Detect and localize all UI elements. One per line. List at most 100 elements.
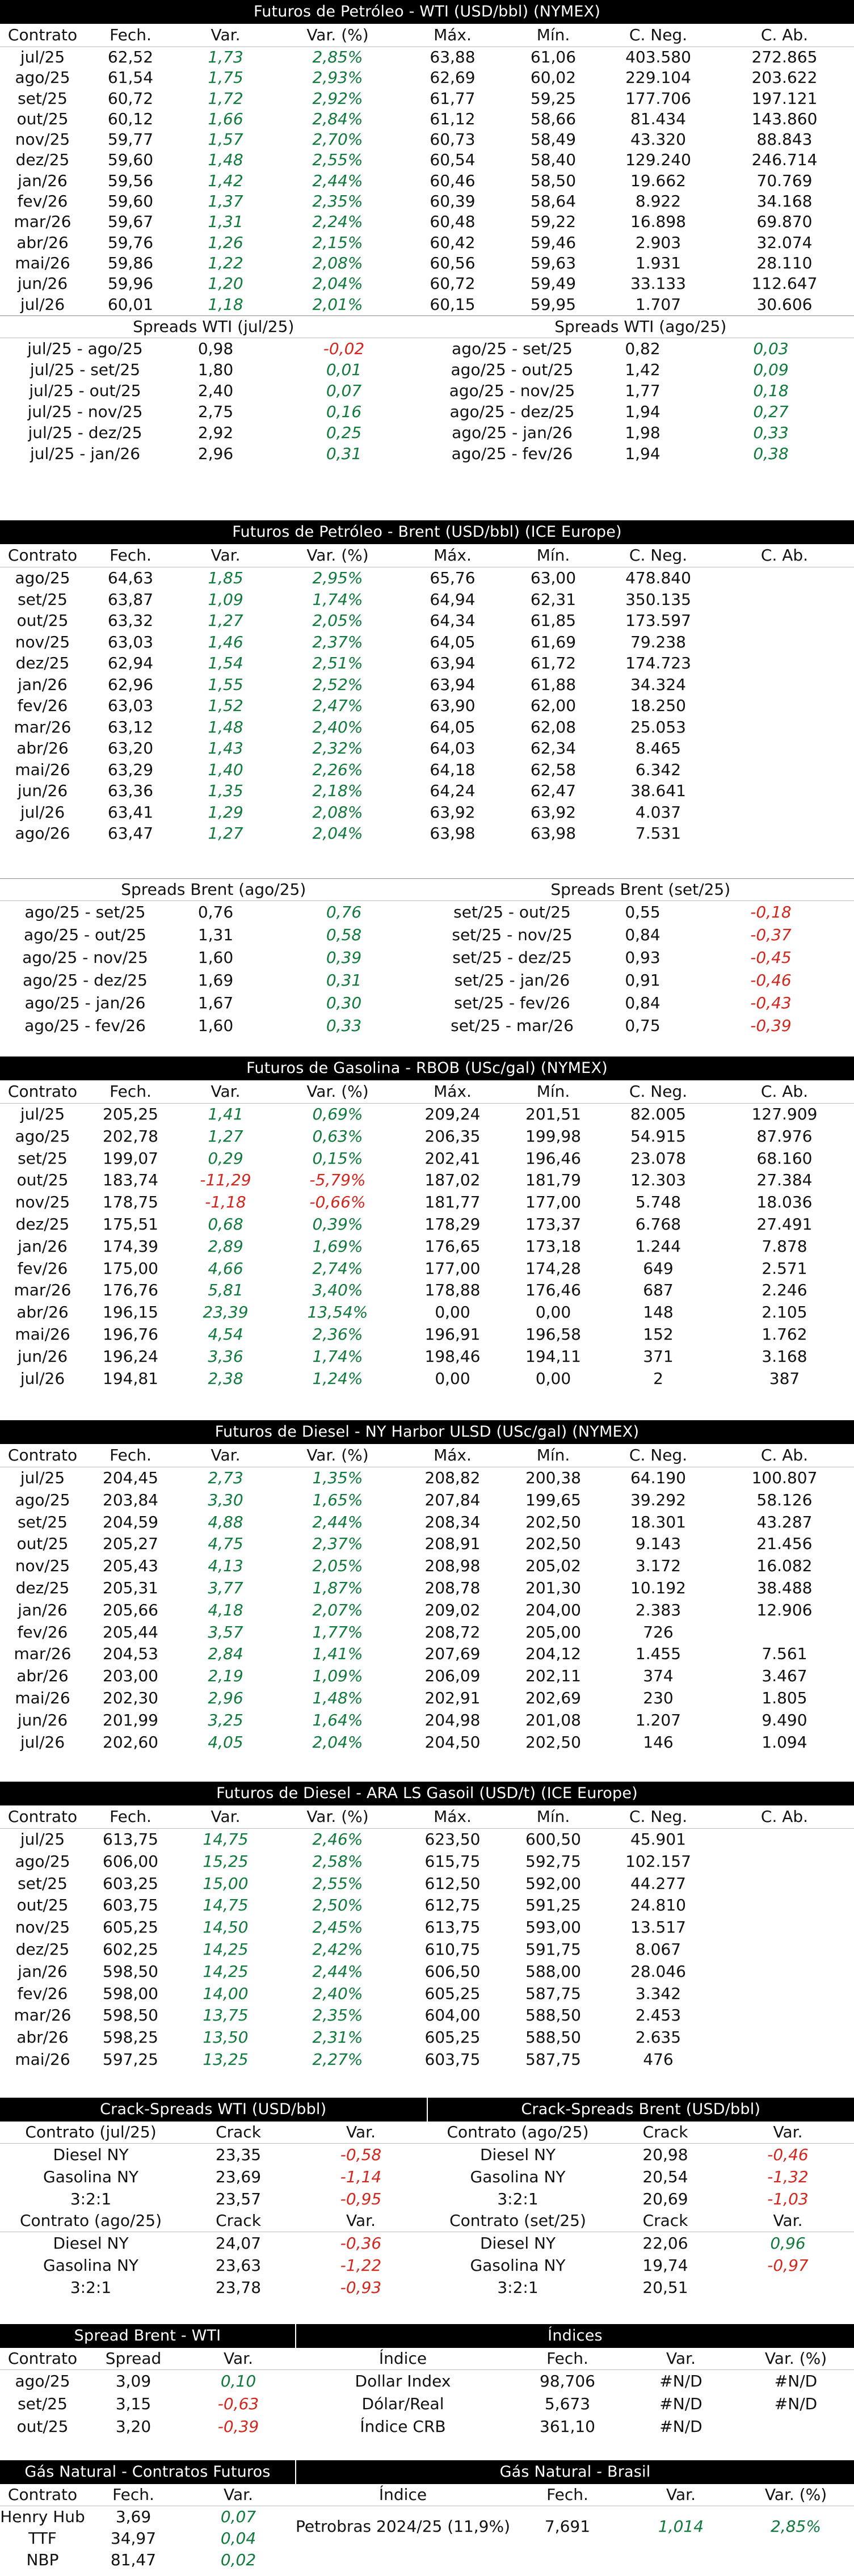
crack-row: 3:2:1 20,51 xyxy=(427,2276,854,2299)
rbob-cell: set/25 xyxy=(18,1148,68,1168)
brent-col-header: Var. xyxy=(211,546,241,565)
table-row: out/25 63,32 1,27 2,05% 64,34 61,85 173.597 xyxy=(0,610,854,632)
ulsd-cell: 208,91 xyxy=(424,1534,481,1554)
gas-col-header: Var. xyxy=(224,2485,253,2504)
brent-cell: 62,00 xyxy=(530,696,577,715)
wti-cell: 60,73 xyxy=(430,130,476,149)
rbob-cell: 0,00 xyxy=(435,1369,470,1388)
crack-row: 3:2:1 23,78 -0,93 xyxy=(0,2276,427,2299)
ulsd-section: Futuros de Diesel - NY Harbor ULSD (USc/… xyxy=(0,1420,854,1753)
gasoil-col-header: Mín. xyxy=(536,1807,570,1826)
spread-row: ago/25 - nov/25 1,60 0,39 xyxy=(0,946,427,969)
wti-cell: 1,72 xyxy=(208,89,243,108)
table-row: ago/25 61,54 1,75 2,93% 62,69 60,02 229.104 203… xyxy=(0,68,854,88)
wti-cell: fev/26 xyxy=(17,192,68,211)
brent-spreads-left-title: Spreads Brent (ago/25) xyxy=(121,880,306,899)
gasoil-cell: 598,25 xyxy=(103,2028,158,2047)
brent-cell: 63,03 xyxy=(107,632,154,651)
gasoil-cell: 606,50 xyxy=(424,1962,481,1981)
spread-row: set/25 - jan/26 0,91 -0,46 xyxy=(427,969,854,992)
gas_br-cell: 1,014 xyxy=(658,2517,704,2536)
gasoil-cell: 476 xyxy=(643,2049,674,2069)
brent-cell: 2,52% xyxy=(312,675,363,694)
rbob-cell: 127.909 xyxy=(751,1105,818,1123)
gas-cell: 3,69 xyxy=(115,2507,152,2526)
wti-spreads-left: jul/25 - ago/25 0,98 -0,02 jul/25 - set/25 1… xyxy=(0,338,427,464)
ulsd-cell: 7.561 xyxy=(762,1644,807,1664)
wti-cell: 1,57 xyxy=(208,130,243,149)
indices-col-header: Var. xyxy=(666,2349,696,2368)
brent-cell: set/25 xyxy=(18,590,68,609)
gasoil-cell: 588,50 xyxy=(525,2006,581,2025)
crack-cell: -1,32 xyxy=(767,2167,809,2186)
table-row: jul/25 62,52 1,73 2,85% 63,88 61,06 403.580 272… xyxy=(0,47,854,68)
spread-cell: 0,30 xyxy=(326,994,362,1012)
table-row: abr/26 598,25 13,50 2,31% 605,25 588,50 2.635 xyxy=(0,2027,854,2049)
gasoil-cell xyxy=(715,1983,854,2005)
gasoil-cell: 45.901 xyxy=(630,1830,686,1849)
wti-cell: 60,42 xyxy=(430,233,476,252)
rbob-cell: 148 xyxy=(643,1303,674,1322)
wti-cell: 1,31 xyxy=(208,212,243,231)
brent-cell: 1,27 xyxy=(208,824,243,843)
brent-cell: 2,05% xyxy=(312,611,363,630)
wti-title: Futuros de Petróleo - WTI (USD/bbl) (NYM… xyxy=(0,0,854,24)
wti-cell: 59,95 xyxy=(530,294,577,314)
rbob-col-header: Mín. xyxy=(536,1082,570,1101)
spread-cell: ago/25 - jan/26 xyxy=(452,423,573,442)
spread-cell: 0,27 xyxy=(753,402,789,421)
wti-cell: 69.870 xyxy=(756,212,813,231)
rbob-cell: 178,88 xyxy=(424,1281,481,1300)
ulsd-cell: jul/26 xyxy=(20,1732,65,1752)
gasoil-cell xyxy=(715,2005,854,2027)
spread-row: jul/25 - set/25 1,80 0,01 xyxy=(0,359,427,380)
rbob-cell: 1,41 xyxy=(208,1105,243,1123)
wti-col-header: C. Ab. xyxy=(760,26,809,44)
brent-cell xyxy=(715,589,854,611)
gasoil-cell: 2,31% xyxy=(312,2028,363,2047)
spread-cell: -0,37 xyxy=(750,925,792,944)
wti-cell: 203.622 xyxy=(751,68,818,87)
rbob-cell: 687 xyxy=(643,1281,674,1300)
ulsd-cell: 208,98 xyxy=(424,1556,481,1576)
crack-row: Gasolina NY 20,54 -1,32 xyxy=(427,2166,854,2188)
brent-cell xyxy=(715,717,854,738)
ulsd-cell: 209,02 xyxy=(424,1600,481,1619)
gas-title: Gás Natural - Contratos Futuros xyxy=(0,2460,295,2484)
wti-col-header: Fech. xyxy=(110,26,152,44)
spread_bw-col-header: Contrato xyxy=(7,2349,78,2368)
brent-cell: 2,40% xyxy=(312,717,363,736)
brent-cell: 63,12 xyxy=(107,717,154,736)
wti-cell: 60,12 xyxy=(107,109,154,128)
rbob-col-header: Var. (%) xyxy=(306,1082,369,1101)
ulsd-cell: fev/26 xyxy=(17,1622,68,1641)
crack-cell: 20,51 xyxy=(642,2278,688,2297)
rbob-cell: -1,18 xyxy=(205,1193,246,1212)
table-row: dez/25 62,94 1,54 2,51% 63,94 61,72 174.723 xyxy=(0,653,854,674)
crack-cell: 20,54 xyxy=(642,2167,688,2186)
crack-cell: -0,95 xyxy=(340,2190,382,2208)
spread-cell: -0,43 xyxy=(750,994,792,1012)
rbob-cell: 196,46 xyxy=(525,1148,581,1168)
spread-bw-body: Contrato Spread Var. ago/25 3,09 0,10 set/25 3,… xyxy=(0,2348,295,2438)
spread-cell: 0,84 xyxy=(625,925,661,944)
gasoil-cell: 2,44% xyxy=(312,1962,363,1981)
spread-cell: 0,31 xyxy=(326,444,362,463)
brent-spreads: Spreads Brent (ago/25) Spreads Brent (se… xyxy=(0,878,854,1037)
rbob-col-header: Var. xyxy=(211,1082,241,1101)
wti-cell: 2,15% xyxy=(312,233,363,252)
brent-cell: 63,87 xyxy=(107,590,154,609)
gasoil-header-row: Contrato Fech. Var. Var. (%) Máx. Mín. C. Neg.… xyxy=(0,1805,854,1829)
spread-cell: 1,77 xyxy=(625,381,661,400)
ulsd-cell: 1.207 xyxy=(635,1710,681,1729)
wti-cell: 59,25 xyxy=(530,89,577,108)
rbob-cell: 4,66 xyxy=(208,1258,243,1278)
wti-cell: 59,86 xyxy=(107,253,154,272)
spread-cell: set/25 - jan/26 xyxy=(454,971,570,990)
spread-cell: jul/25 - jan/26 xyxy=(30,444,141,463)
wti-cell: 143.860 xyxy=(751,109,818,128)
ulsd-cell: mar/26 xyxy=(14,1644,71,1664)
gas-header-row: Contrato Fech. Var. xyxy=(0,2484,295,2506)
brent-cell: 34.324 xyxy=(630,675,686,694)
crack-col-header: Crack xyxy=(642,2211,688,2230)
